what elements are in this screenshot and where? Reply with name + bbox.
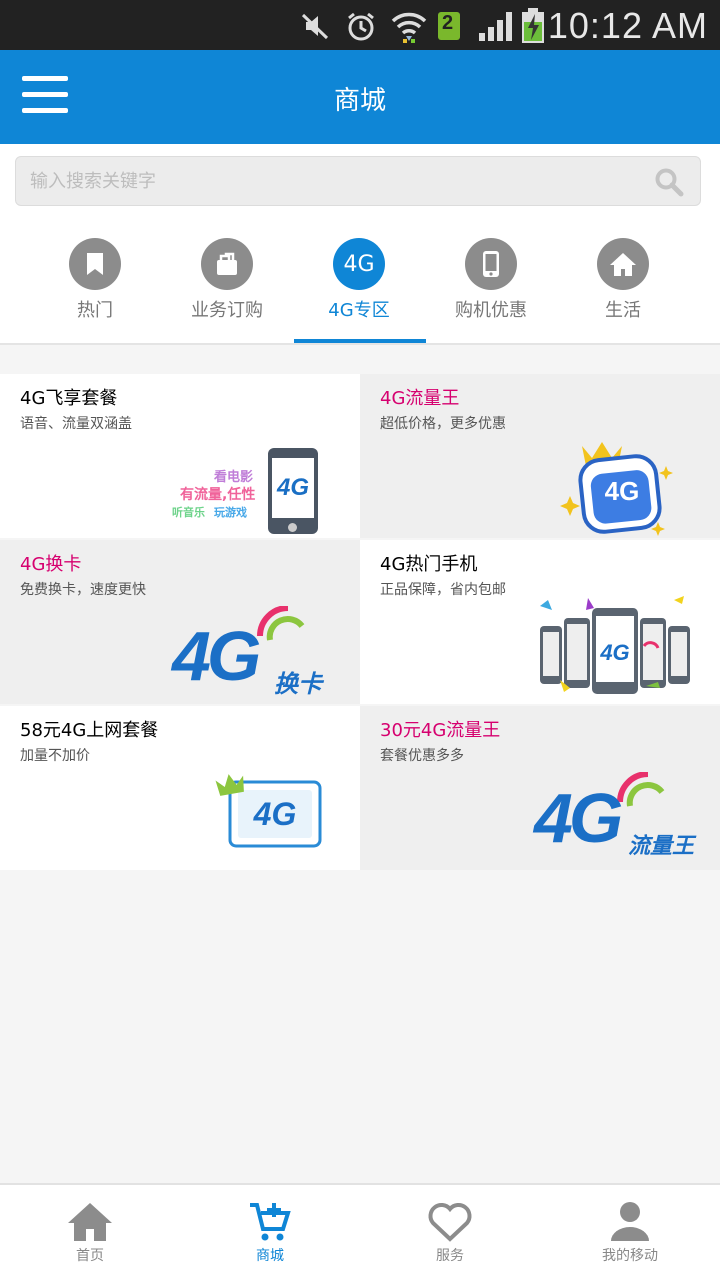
product-card-30-4g-data-king[interactable]: 30元4G流量王 套餐优惠多多 4G 流量王: [360, 706, 720, 870]
home-icon: [597, 238, 649, 290]
bag-icon: [201, 238, 253, 290]
page-title: 商城: [333, 86, 386, 116]
product-subtitle: 正品保障，省内包邮: [380, 582, 506, 598]
wifi-icon: [390, 8, 428, 44]
nav-my-mobile-label: 我的移动: [602, 1248, 658, 1264]
product-card-4g-hot-phones[interactable]: 4G热门手机 正品保障，省内包邮 4G: [360, 540, 720, 704]
product-subtitle: 语音、流量双涵盖: [20, 416, 132, 432]
category-tabs: 热门 业务订购 4G 4G专区 购机优惠 生活: [0, 218, 720, 343]
heart-icon: [427, 1201, 473, 1243]
tab-phone-deals[interactable]: 购机优惠: [425, 238, 557, 343]
phone-icon: [465, 238, 517, 290]
tab-hot-label: 热门: [77, 300, 113, 321]
product-title: 58元4G上网套餐: [20, 720, 159, 741]
product-banner-image: 4G: [536, 596, 696, 702]
tab-business-order-label: 业务订购: [191, 300, 263, 321]
tab-4g-zone-label: 4G专区: [328, 300, 390, 321]
bookmark-icon: [69, 238, 121, 290]
product-subtitle: 超低价格，更多优惠: [380, 416, 506, 432]
search-icon[interactable]: [654, 167, 684, 197]
art-tag-text: 流量王: [628, 834, 695, 859]
art-line-movie: 看电影: [214, 470, 254, 485]
nav-service-label: 服务: [436, 1248, 464, 1264]
search-input[interactable]: [30, 157, 630, 205]
status-bar: 2 10:12 AM: [0, 0, 720, 50]
product-subtitle: 加量不加价: [20, 748, 90, 764]
product-title: 4G流量王: [380, 388, 460, 409]
nav-mall[interactable]: 商城: [180, 1185, 360, 1280]
bottom-nav: 首页 商城 服务 我的移动: [0, 1183, 720, 1280]
product-title: 4G热门手机: [380, 554, 478, 575]
product-banner-image: 4G: [212, 766, 328, 856]
app-screen: 2 10:12 AM 商城 热门: [0, 0, 720, 1280]
tab-business-order[interactable]: 业务订购: [161, 238, 293, 343]
tab-4g-zone[interactable]: 4G 4G专区: [293, 238, 425, 343]
nav-home[interactable]: 首页: [0, 1185, 180, 1280]
search-bar: [0, 144, 720, 218]
4g-badge-text: 4G: [276, 474, 309, 501]
search-box: [15, 156, 701, 206]
tab-life-label: 生活: [605, 300, 641, 321]
nav-service[interactable]: 服务: [360, 1185, 540, 1280]
product-card-4g-feixiang[interactable]: 4G飞享套餐 语音、流量双涵盖 4G 看电影 有流量,任性 听音乐 玩游戏: [0, 374, 360, 538]
product-subtitle: 套餐优惠多多: [380, 748, 464, 764]
tab-hot[interactable]: 热门: [29, 238, 161, 343]
product-banner-image: 4G 看电影 有流量,任性 听音乐 玩游戏: [170, 444, 330, 538]
product-title: 4G换卡: [20, 554, 82, 575]
product-card-58-4g-plan[interactable]: 58元4G上网套餐 加量不加价 4G: [0, 706, 360, 870]
4g-badge-text: 4G: [253, 796, 297, 832]
product-banner-image: 4G 换卡: [170, 606, 340, 702]
product-banner-image: 4G 流量王: [530, 772, 716, 868]
art-line-game: 玩游戏: [214, 506, 247, 519]
product-subtitle: 免费换卡，速度更快: [20, 582, 146, 598]
divider: [0, 343, 720, 345]
product-card-4g-card-swap[interactable]: 4G换卡 免费换卡，速度更快 4G 换卡: [0, 540, 360, 704]
product-title: 4G飞享套餐: [20, 388, 118, 409]
4g-icon-text: 4G: [343, 251, 375, 277]
sim-badge: 2: [442, 12, 454, 34]
tab-phone-deals-label: 购机优惠: [455, 300, 527, 321]
4g-large-text: 4G: [534, 779, 623, 857]
battery-charging-icon: [518, 8, 548, 44]
tab-life[interactable]: 生活: [557, 238, 689, 343]
phone-illustration: 4G: [268, 448, 318, 534]
nav-my-mobile[interactable]: 我的移动: [540, 1185, 720, 1280]
signal-icon: [476, 8, 516, 44]
product-card-4g-data-king[interactable]: 4G流量王 超低价格，更多优惠 4G: [360, 374, 720, 538]
art-tag-text: 换卡: [274, 670, 322, 698]
art-line-data: 有流量,任性: [180, 487, 256, 503]
cart-icon: [247, 1201, 293, 1243]
art-line-music: 听音乐: [172, 506, 205, 519]
user-icon: [607, 1201, 653, 1243]
4g-large-text: 4G: [172, 617, 261, 695]
product-title: 30元4G流量王: [380, 720, 501, 741]
app-bar: 商城: [0, 50, 720, 144]
alarm-icon: [343, 8, 379, 44]
4g-badge-text: 4G: [604, 476, 640, 506]
home-icon: [67, 1201, 113, 1243]
status-time: 10:12 AM: [547, 5, 708, 46]
nav-home-label: 首页: [76, 1248, 104, 1264]
mute-icon: [298, 8, 332, 44]
4g-icon: 4G: [333, 238, 385, 290]
sim-icon: 2: [436, 8, 462, 44]
4g-badge-text: 4G: [600, 640, 630, 665]
product-banner-image: 4G: [560, 436, 680, 536]
nav-mall-label: 商城: [256, 1248, 284, 1264]
